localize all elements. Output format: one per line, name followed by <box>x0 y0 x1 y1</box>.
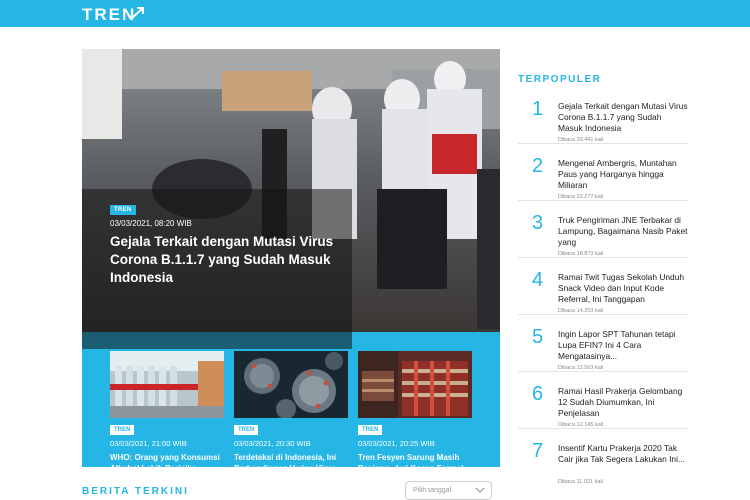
news-card-thumbnail[interactable] <box>234 351 348 418</box>
news-card-title[interactable]: Tren Fesyen Sarung Masih Panjang, dari K… <box>358 452 472 467</box>
news-card-tag[interactable]: TREN <box>358 425 383 435</box>
news-card-date: 03/03/2021, 20:25 WIB <box>358 439 435 448</box>
news-card-tag[interactable]: TREN <box>234 425 259 435</box>
popular-item[interactable]: 1 Gejala Terkait dengan Mutasi Virus Cor… <box>518 94 688 144</box>
popular-rank: 7 <box>532 440 544 462</box>
popular-rank: 3 <box>532 212 544 234</box>
popular-item[interactable]: 4 Ramai Twit Tugas Sekolah Unduh Snack V… <box>518 265 688 315</box>
popular-read-count: Dibaca 14.203 kali <box>558 308 604 314</box>
news-card-thumbnail[interactable] <box>110 351 224 418</box>
popular-item-title[interactable]: Gejala Terkait dengan Mutasi Virus Coron… <box>558 101 688 134</box>
headline-block: TREN 03/03/2021, 08:20 WIB Gejala Terkai… <box>82 49 500 467</box>
latest-news-title: BERITA TERKINI <box>82 486 189 497</box>
popular-item-title[interactable]: Mengenal Ambergris, Muntahan Paus yang H… <box>558 158 688 191</box>
popular-rank: 6 <box>532 383 544 405</box>
popular-rank: 4 <box>532 269 544 291</box>
popular-read-count: Dibaca 12.145 kali <box>558 422 604 428</box>
popular-item[interactable]: 5 Ingin Lapor SPT Tahunan tetapi Lupa EF… <box>518 322 688 372</box>
popular-item-title[interactable]: Ramai Twit Tugas Sekolah Unduh Snack Vid… <box>558 272 688 305</box>
news-card[interactable]: TREN 03/03/2021, 21:00 WIB WHO: Orang ya… <box>110 351 224 467</box>
headline-title[interactable]: Gejala Terkait dengan Mutasi Virus Coron… <box>110 233 350 287</box>
popular-item-title[interactable]: Truk Pengiriman JNE Terbakar di Lampung,… <box>558 215 688 248</box>
news-card-date: 03/03/2021, 21:00 WIB <box>110 439 187 448</box>
popular-item-title[interactable]: Ingin Lapor SPT Tahunan tetapi Lupa EFIN… <box>558 329 688 362</box>
popular-item[interactable]: 2 Mengenal Ambergris, Muntahan Paus yang… <box>518 151 688 201</box>
popular-item-title[interactable]: Ramai Hasil Prakerja Gelombang 12 Sudah … <box>558 386 688 419</box>
popular-read-count: Dibaca 33.441 kali <box>558 137 604 143</box>
news-card[interactable]: TREN 03/03/2021, 20:25 WIB Tren Fesyen S… <box>358 351 472 467</box>
popular-section-title: TERPOPULER <box>518 74 602 85</box>
headline-category-tag[interactable]: TREN <box>110 205 136 215</box>
popular-read-count: Dibaca 18.873 kali <box>558 251 604 257</box>
news-card-title[interactable]: Terdeteksi di Indonesia, Ini Perbandinga… <box>234 452 348 467</box>
chevron-down-icon <box>475 487 485 493</box>
popular-item[interactable]: 3 Truk Pengiriman JNE Terbakar di Lampun… <box>518 208 688 258</box>
popular-item-title[interactable]: Insentif Kartu Prakerja 2020 Tak Cair ji… <box>558 443 688 465</box>
popular-rank: 2 <box>532 155 544 177</box>
popular-item[interactable]: 6 Ramai Hasil Prakerja Gelombang 12 Suda… <box>518 379 688 429</box>
popular-read-count: Dibaca 11.021 kali <box>558 479 603 485</box>
popular-read-count: Dibaca 12.563 kali <box>558 365 604 371</box>
date-picker[interactable]: Pilih tanggal <box>405 481 492 500</box>
trend-arrow-icon <box>131 7 144 19</box>
popular-read-count: Dibaca 22.277 kali <box>558 194 604 200</box>
popular-rank: 5 <box>532 326 544 348</box>
news-card-thumbnail[interactable] <box>358 351 472 418</box>
news-card-title[interactable]: WHO: Orang yang Konsumsi Alkohol Lebih B… <box>110 452 224 467</box>
popular-rank: 1 <box>532 98 544 120</box>
popular-item[interactable]: 7 Insentif Kartu Prakerja 2020 Tak Cair … <box>518 436 688 486</box>
date-picker-placeholder: Pilih tanggal <box>413 487 452 494</box>
news-card-tag[interactable]: TREN <box>110 425 135 435</box>
headline-date: 03/03/2021, 08:20 WIB <box>110 219 192 228</box>
news-card-date: 03/03/2021, 20:30 WIB <box>234 439 311 448</box>
top-bar: TREN <box>0 0 750 27</box>
news-card[interactable]: TREN 03/03/2021, 20:30 WIB Terdeteksi di… <box>234 351 348 467</box>
site-logo[interactable]: TREN <box>82 5 136 25</box>
